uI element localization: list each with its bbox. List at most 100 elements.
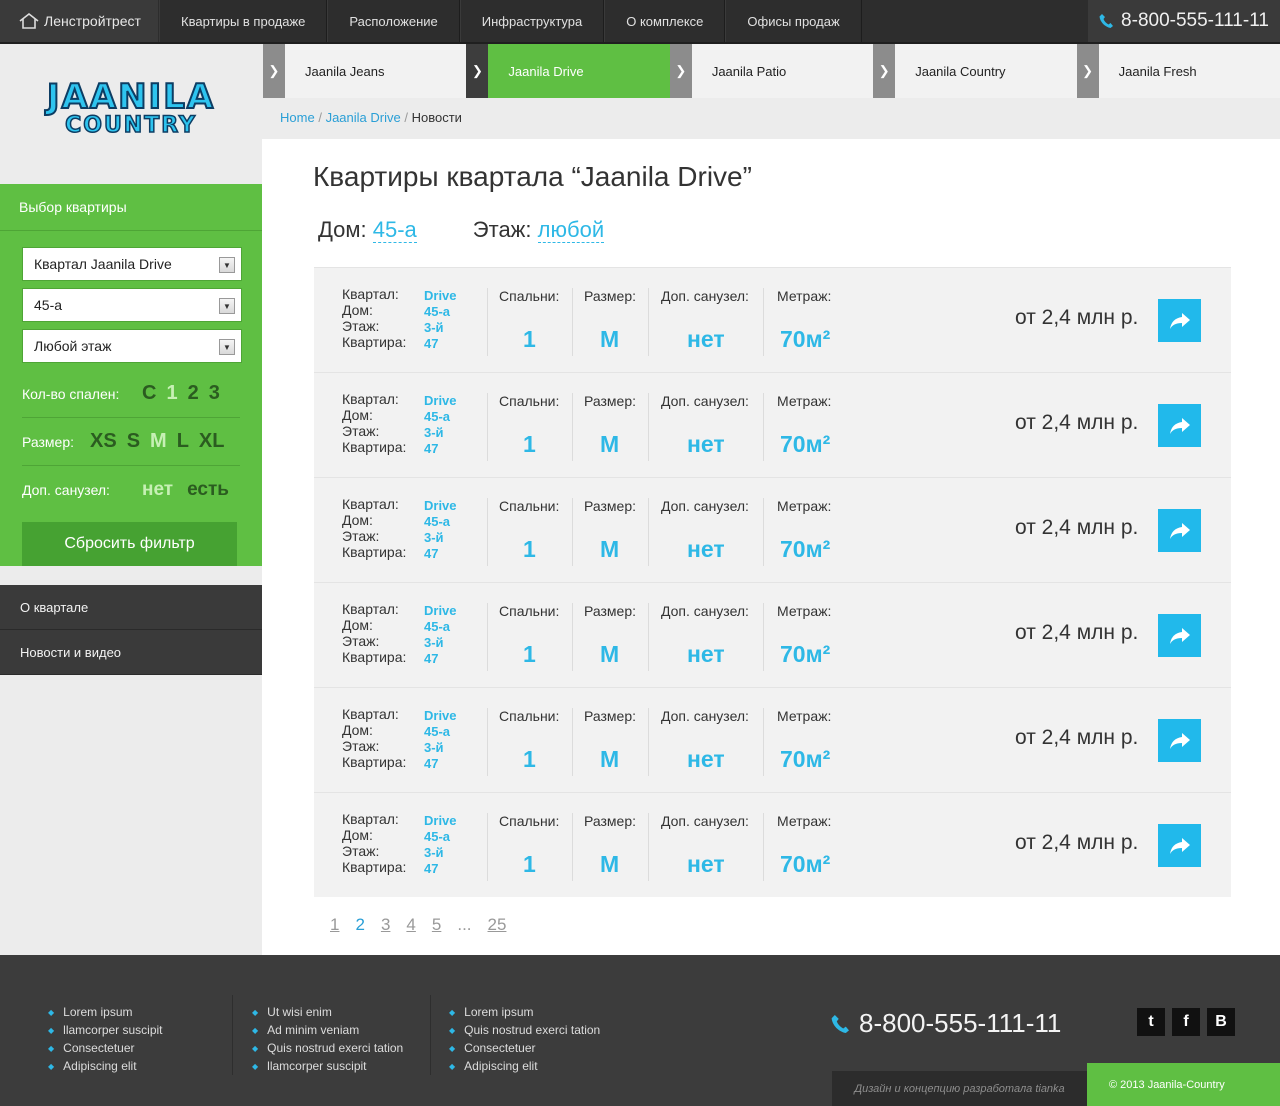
nav-offices[interactable]: Офисы продаж xyxy=(725,0,862,42)
open-apartment-button[interactable] xyxy=(1158,614,1201,657)
size-label: Размер: xyxy=(584,603,637,619)
page-1[interactable]: 1 xyxy=(330,915,339,935)
chevron-down-icon: ▼ xyxy=(219,257,235,273)
logo[interactable]: JAANILA COUNTRY xyxy=(0,44,262,174)
page-5[interactable]: 5 xyxy=(432,915,441,935)
footer-phone[interactable]: 8-800-555-111-11 xyxy=(831,1008,1061,1039)
bedrooms-option-3[interactable]: 3 xyxy=(209,382,220,405)
nav-apartments[interactable]: Квартиры в продаже xyxy=(159,0,328,42)
facebook-icon[interactable]: f xyxy=(1172,1008,1200,1036)
apartment-row: Квартал: Drive Дом: 45-а Этаж: 3-й Кварт… xyxy=(314,792,1231,897)
bedrooms-value: 1 xyxy=(523,536,536,562)
top-phone[interactable]: 8-800-555-111-11 xyxy=(1088,0,1280,42)
open-apartment-button[interactable] xyxy=(1158,509,1201,552)
tab-jaanila-drive[interactable]: ❯ Jaanila Drive xyxy=(466,44,670,98)
bathroom-option-no[interactable]: нет xyxy=(142,479,173,501)
footer-link[interactable]: ◆ Consectetuer xyxy=(449,1039,600,1057)
kvartal-value: Drive xyxy=(424,603,457,618)
share-arrow-icon xyxy=(1169,837,1190,854)
size-label: Размер: xyxy=(584,288,637,304)
bath-label: Доп. санузел: xyxy=(661,708,749,724)
size-label: Размер: xyxy=(584,813,637,829)
page-4[interactable]: 4 xyxy=(406,915,415,935)
bullet-icon: ◆ xyxy=(449,1025,456,1035)
bedrooms-option-2[interactable]: 2 xyxy=(188,382,199,405)
size-option-m[interactable]: M xyxy=(150,430,167,453)
vkontakte-icon[interactable]: B xyxy=(1207,1008,1235,1036)
breadcrumb-separator: / xyxy=(318,110,322,125)
tab-jaanila-jeans[interactable]: ❯ Jaanila Jeans xyxy=(263,44,466,98)
nav-location[interactable]: Расположение xyxy=(327,0,460,42)
house-select[interactable]: 45-а ▼ xyxy=(22,288,242,322)
sidenav-about-district[interactable]: О квартале xyxy=(0,585,262,630)
dom-label: Дом: xyxy=(342,512,373,528)
page-25[interactable]: 25 xyxy=(488,915,507,935)
footer-link[interactable]: ◆ Lorem ipsum xyxy=(48,1003,163,1021)
price: от 2,4 млн р. xyxy=(1015,726,1139,749)
tab-jaanila-country[interactable]: ❯ Jaanila Country xyxy=(873,44,1076,98)
page-2[interactable]: 2 xyxy=(355,915,364,935)
page-3[interactable]: 3 xyxy=(381,915,390,935)
dom-label: Дом: xyxy=(342,617,373,633)
nav-about[interactable]: О комплексе xyxy=(604,0,726,42)
kvartal-value: Drive xyxy=(424,393,457,408)
breadcrumb-home[interactable]: Home xyxy=(280,110,315,125)
size-value: M xyxy=(600,536,620,562)
footer-link[interactable]: ◆ Quis nostrud exerci tation xyxy=(449,1021,600,1039)
price: от 2,4 млн р. xyxy=(1015,621,1139,644)
tab-jaanila-fresh[interactable]: ❯ Jaanila Fresh xyxy=(1076,44,1280,98)
footer-link[interactable]: ◆ Adipiscing elit xyxy=(449,1057,600,1075)
size-option-s[interactable]: S xyxy=(127,430,140,453)
bedrooms-option-1[interactable]: 1 xyxy=(166,382,177,405)
bedrooms-option-studio[interactable]: С xyxy=(142,382,156,405)
dom-label: Дом: xyxy=(342,302,373,318)
twitter-icon[interactable]: t xyxy=(1137,1008,1165,1036)
footer-link[interactable]: ◆ llamcorper suscipit xyxy=(48,1021,163,1039)
footer-link[interactable]: ◆ Lorem ipsum xyxy=(449,1003,600,1021)
footer-link[interactable]: ◆ Ad minim veniam xyxy=(252,1021,403,1039)
bedrooms-label: Кол-во спален: xyxy=(22,385,120,402)
open-apartment-button[interactable] xyxy=(1158,824,1201,867)
brand-link[interactable]: Ленстройтрест xyxy=(0,0,158,42)
apartment-filter: Выбор квартиры Квартал Jaanila Drive ▼ 45… xyxy=(0,184,271,566)
area-value: 70м² xyxy=(780,641,831,667)
kvartal-value: Drive xyxy=(424,498,457,513)
footer-link[interactable]: ◆ Consectetuer xyxy=(48,1039,163,1057)
size-option-l[interactable]: L xyxy=(177,430,189,453)
kvartal-label: Квартал: xyxy=(342,601,399,617)
size-value: M xyxy=(600,326,620,352)
chevron-down-icon: ▼ xyxy=(219,298,235,314)
selection-summary: Дом: 45-а Этаж: любой xyxy=(318,217,605,243)
size-value: M xyxy=(600,851,620,877)
bedrooms-value: 1 xyxy=(523,851,536,877)
column-divider xyxy=(487,288,488,356)
size-option-xs[interactable]: XS xyxy=(90,430,117,453)
footer-link[interactable]: ◆ Ut wisi enim xyxy=(252,1003,403,1021)
top-phone-number: 8-800-555-111-11 xyxy=(1121,10,1269,31)
tab-jaanila-patio[interactable]: ❯ Jaanila Patio xyxy=(669,44,873,98)
footer-link[interactable]: ◆ llamcorper suscipit xyxy=(252,1057,403,1075)
area-value: 70м² xyxy=(780,746,831,772)
reset-filter-button[interactable]: Сбросить фильтр xyxy=(22,522,237,566)
open-apartment-button[interactable] xyxy=(1158,719,1201,762)
column-divider xyxy=(763,708,764,776)
nav-infrastructure[interactable]: Инфраструктура xyxy=(459,0,605,42)
footer-link[interactable]: ◆ Quis nostrud exerci tation xyxy=(252,1039,403,1057)
floor-select[interactable]: Любой этаж ▼ xyxy=(22,329,242,363)
tab-label: Jaanila Jeans xyxy=(305,63,385,79)
house-value-link[interactable]: 45-а xyxy=(372,217,417,243)
sidenav-news[interactable]: Новости и видео xyxy=(0,630,262,675)
open-apartment-button[interactable] xyxy=(1158,404,1201,447)
footer-link[interactable]: ◆ Adipiscing elit xyxy=(48,1057,163,1075)
district-select[interactable]: Квартал Jaanila Drive ▼ xyxy=(22,247,242,281)
footer-link-label: Consectetuer xyxy=(464,1041,536,1055)
bullet-icon: ◆ xyxy=(252,1061,259,1071)
column-divider xyxy=(648,813,649,881)
size-option-xl[interactable]: XL xyxy=(199,430,225,453)
breadcrumb-section[interactable]: Jaanila Drive xyxy=(326,110,401,125)
open-apartment-button[interactable] xyxy=(1158,299,1201,342)
bathroom-option-yes[interactable]: есть xyxy=(187,479,229,501)
footer-link-label: Quis nostrud exerci tation xyxy=(464,1023,601,1037)
kvartira-label: Квартира: xyxy=(342,649,407,665)
floor-value-link[interactable]: любой xyxy=(537,217,605,243)
